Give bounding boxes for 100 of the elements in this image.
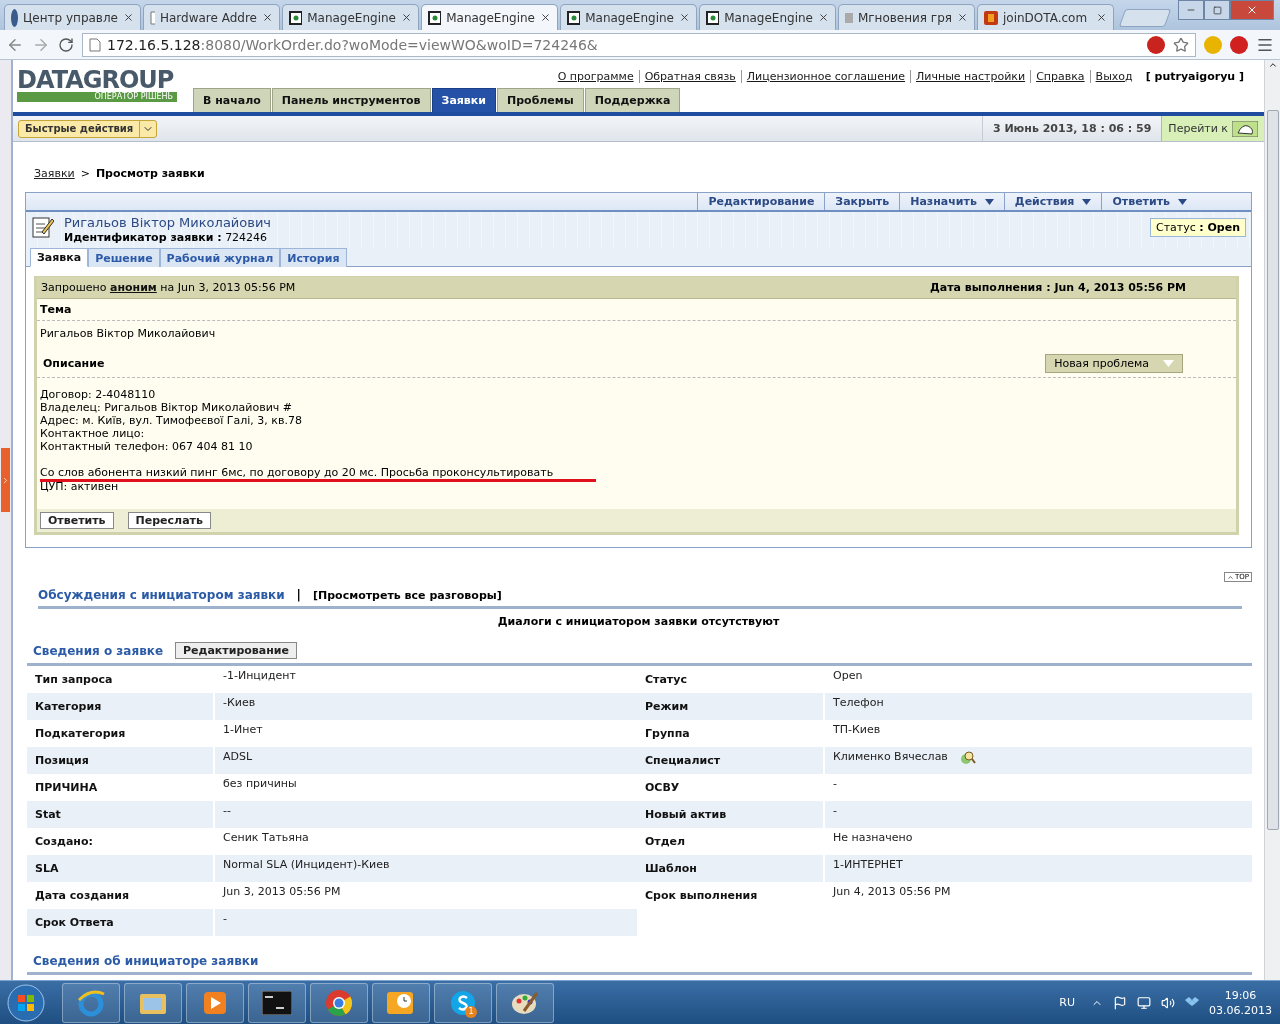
reload-icon[interactable] <box>58 36 74 53</box>
action-button[interactable]: Редактирование <box>697 193 825 210</box>
close-icon[interactable] <box>401 12 412 23</box>
requester-link[interactable]: аноним <box>109 281 157 294</box>
browser-tab[interactable]: ManageEngine <box>560 4 697 30</box>
ie-icon <box>76 987 106 1018</box>
action-button[interactable]: Действия <box>1003 193 1102 210</box>
action-button[interactable]: Ответить <box>1101 193 1197 210</box>
page-icon <box>89 37 101 52</box>
close-icon[interactable] <box>957 12 968 23</box>
new-problem-button[interactable]: Новая проблема <box>1045 354 1183 373</box>
star-icon[interactable] <box>1173 36 1189 53</box>
sidebar-handle[interactable] <box>1 448 10 512</box>
scroll-up-icon[interactable] <box>1267 60 1278 70</box>
terminal-icon <box>262 990 292 1015</box>
browser-tab[interactable]: joinDOTA.com <box>977 4 1114 30</box>
subject-text: Ригальов Віктор Миколайович <box>39 326 217 342</box>
close-icon[interactable] <box>679 12 690 23</box>
nav-tab[interactable]: Проблемы <box>497 88 584 112</box>
action-button[interactable]: Назначить <box>899 193 1004 210</box>
browser-tab[interactable]: ManageEngine <box>421 4 558 30</box>
field-label: Категория <box>27 693 213 720</box>
clock-date[interactable]: 03.06.2013 <box>1209 1002 1272 1018</box>
field-value: 1-ИНТЕРНЕТ <box>823 855 1252 882</box>
field-value: - <box>213 909 637 936</box>
volume-icon[interactable] <box>1161 995 1175 1010</box>
language-indicator[interactable]: RU <box>1059 996 1075 1009</box>
browser-tab[interactable]: ManageEngine <box>282 4 419 30</box>
header-link[interactable]: О программе <box>552 69 639 83</box>
logo-tagline: ОПЕРАТОР РІШЕНЬ <box>17 92 177 102</box>
browser-tab[interactable]: ManageEngine <box>699 4 836 30</box>
browser-tab[interactable]: Мгновения гря <box>838 4 975 30</box>
breadcrumb-link[interactable]: Заявки <box>34 166 75 180</box>
nav-tab[interactable]: Панель инструментов <box>271 88 431 112</box>
address-field[interactable]: 172.16.5.128:8080/WorkOrder.do?woMode=viewWO&woID=724246& <box>82 32 1196 57</box>
nav-tab[interactable]: Заявки <box>431 88 496 112</box>
network-icon[interactable] <box>1137 995 1151 1010</box>
close-icon[interactable] <box>1096 12 1107 23</box>
taskbar-app[interactable] <box>62 982 120 1023</box>
details-button[interactable]: Переслать <box>127 512 211 529</box>
up-icon <box>1227 573 1234 581</box>
quick-actions-button[interactable]: Быстрые действия <box>18 119 158 138</box>
action-button[interactable]: Закрыть <box>824 193 900 210</box>
username: [ putryaigoryu ] <box>1145 69 1244 83</box>
field-label: Новый актив <box>637 801 823 828</box>
flag-icon[interactable] <box>1113 995 1127 1010</box>
description-line: Со слов абонента низкий пинг 6мс, по договору до 20 мс. Просьба проконсультировать <box>40 453 596 482</box>
taskbar-app[interactable] <box>372 982 430 1023</box>
close-icon[interactable] <box>540 12 551 23</box>
start-button[interactable] <box>4 982 48 1023</box>
page-icon <box>150 10 155 25</box>
browser-tab[interactable]: Hardware Addre <box>143 4 280 30</box>
taskbar-app[interactable] <box>496 982 554 1023</box>
caret-icon <box>984 198 994 205</box>
status-badge: Статус : Open <box>1149 218 1246 237</box>
taskbar-app[interactable] <box>124 982 182 1023</box>
edit-button[interactable]: Редактирование <box>175 642 297 659</box>
description-line: Контактный телефон: 067 404 81 10 <box>40 440 254 453</box>
close-icon[interactable] <box>123 12 134 23</box>
request-tab[interactable]: История <box>280 248 347 267</box>
nav-tab[interactable]: В начало <box>193 88 271 112</box>
details-button[interactable]: Ответить <box>40 512 114 529</box>
goto-button[interactable]: Перейти к <box>1161 116 1264 141</box>
request-id: Идентификатор заявки : 724246 <box>64 231 269 244</box>
field-value: Normal SLA (Инцидент)-Киев <box>213 855 637 882</box>
dropbox-icon[interactable] <box>1185 996 1199 1009</box>
stop-icon[interactable] <box>1230 35 1248 54</box>
header-link[interactable]: Личные настройки <box>910 69 1031 83</box>
field-value: -- <box>213 801 637 828</box>
taskbar-app[interactable] <box>310 982 368 1023</box>
gear-icon <box>706 10 720 25</box>
header-link[interactable]: Справка <box>1030 69 1090 83</box>
taskbar-app[interactable] <box>186 982 244 1023</box>
close-icon[interactable] <box>1246 4 1258 16</box>
logo: DATAGROUP <box>17 68 175 92</box>
media-player-icon <box>202 989 228 1016</box>
scrollbar-thumb[interactable] <box>1266 110 1279 830</box>
field-label: SLA <box>27 855 213 882</box>
browser-tab[interactable]: Центр управле <box>4 4 141 30</box>
field-label: Stat <box>27 801 213 828</box>
logout-link[interactable]: Выход <box>1089 69 1138 83</box>
clock-time[interactable]: 19:06 <box>1224 987 1257 1003</box>
description-line: ЦУП: активен <box>40 480 120 493</box>
user-search-icon[interactable] <box>959 750 976 765</box>
header-link[interactable]: Обратная связь <box>638 69 741 83</box>
maximize-icon[interactable] <box>1212 5 1222 15</box>
description-line: Контактное лицо: <box>40 427 146 440</box>
gear-icon <box>289 10 303 25</box>
adblock-icon[interactable] <box>1147 35 1165 54</box>
breadcrumb-current: Просмотр заявки <box>95 166 205 180</box>
taskbar-app[interactable] <box>248 982 306 1023</box>
caret-icon <box>1178 198 1187 205</box>
nav-tab[interactable]: Поддержка <box>584 88 681 112</box>
request-tab[interactable]: Рабочий журнал <box>159 248 281 267</box>
request-tab[interactable]: Заявка <box>30 248 89 267</box>
view-all-link[interactable]: [Просмотреть все разговоры] <box>313 588 502 602</box>
request-tab[interactable]: Решение <box>88 248 160 267</box>
close-icon[interactable] <box>818 12 829 23</box>
header-link[interactable]: Лицензионное соглашение <box>740 69 910 83</box>
close-icon[interactable] <box>262 12 273 23</box>
